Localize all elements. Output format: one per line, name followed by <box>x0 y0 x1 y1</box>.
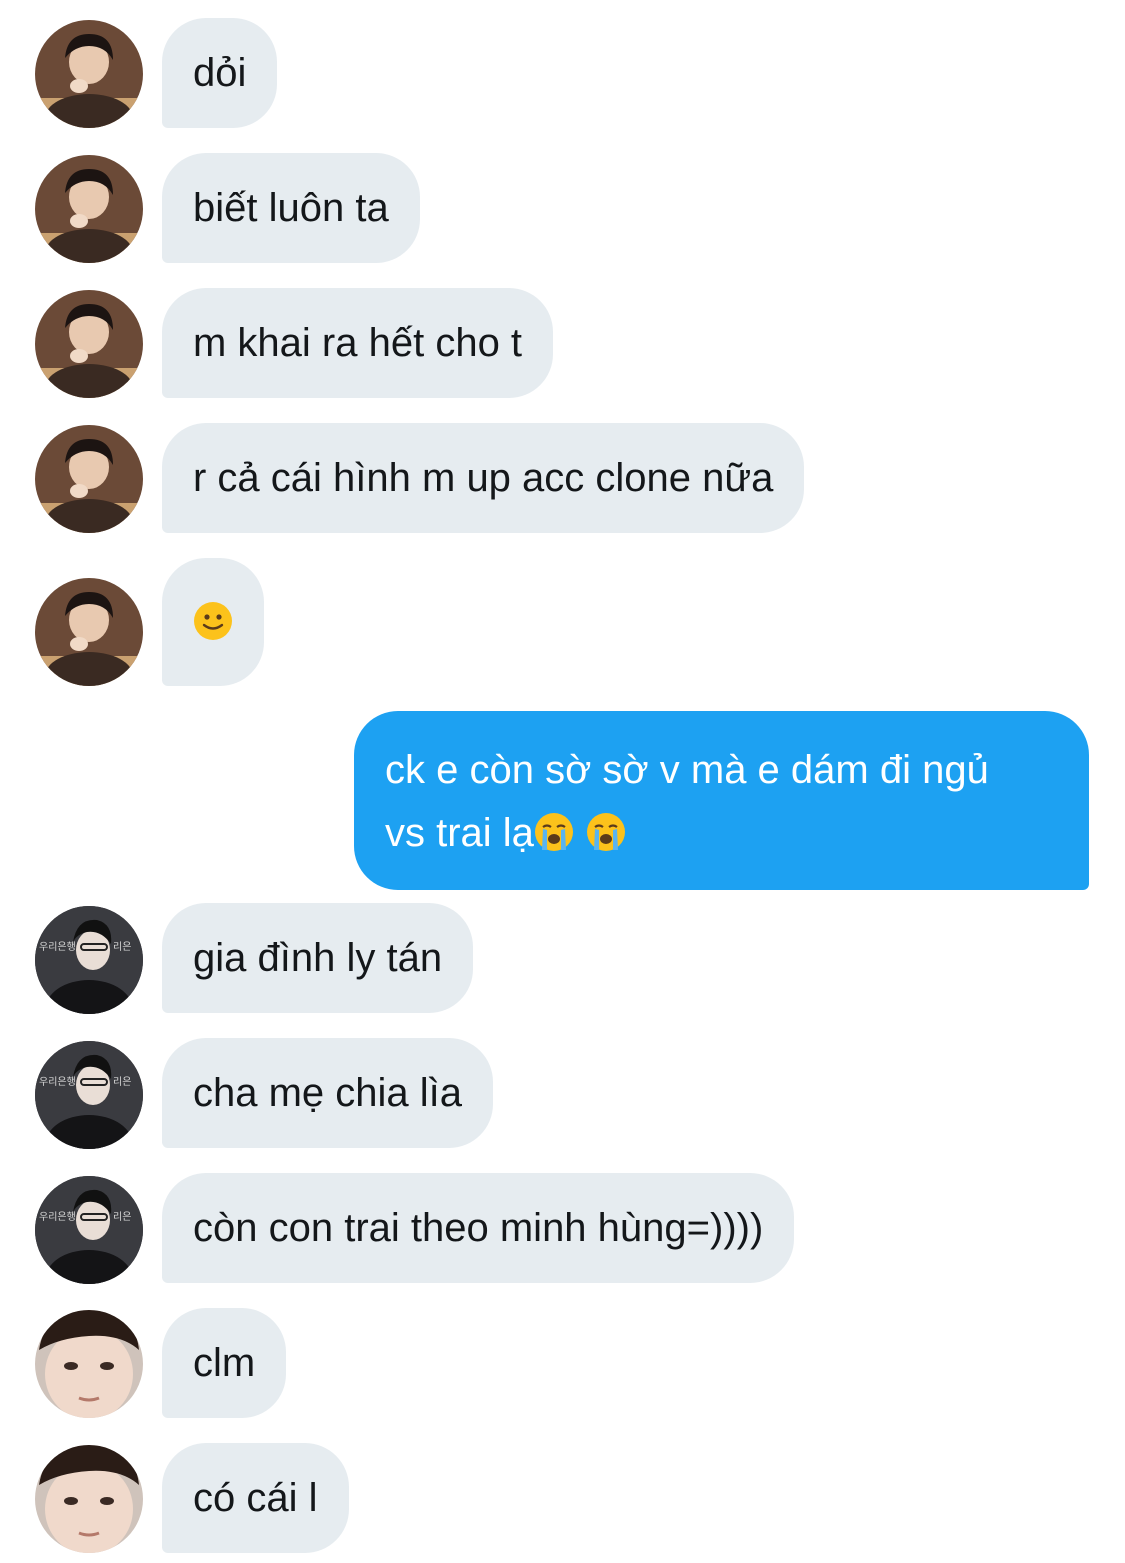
avatar-a-image <box>35 578 143 686</box>
message-text: biết luôn ta <box>193 186 389 230</box>
message-text-line-2: vs trai lạ <box>385 811 534 855</box>
avatar-a-image <box>35 290 143 398</box>
avatar-a-image <box>35 425 143 533</box>
message-bubble[interactable] <box>162 558 264 686</box>
message-text: dỏi <box>193 51 247 95</box>
message-text: gia đình ly tán <box>193 936 443 980</box>
message-bubble[interactable]: cha mẹ chia lìa <box>162 1038 494 1148</box>
message-text: có cái l <box>193 1476 318 1520</box>
slightly-smiling-face-icon <box>193 601 233 641</box>
contact-avatar[interactable] <box>35 1176 143 1284</box>
message-text-line-2-wrap: vs trai lạ <box>385 802 1058 865</box>
contact-avatar[interactable] <box>35 290 143 398</box>
contact-avatar[interactable] <box>35 1310 143 1418</box>
message-bubble[interactable]: gia đình ly tán <box>162 903 474 1013</box>
message-bubble[interactable]: clm <box>162 1308 287 1418</box>
avatar-b-image <box>35 906 143 1014</box>
message-bubble[interactable]: còn con trai theo minh hùng=)))) <box>162 1173 795 1283</box>
avatar-b-image <box>35 1041 143 1149</box>
loudly-crying-face-icon <box>586 812 626 852</box>
avatar-b-image <box>35 1176 143 1284</box>
message-text: clm <box>193 1341 256 1385</box>
contact-avatar[interactable] <box>35 906 143 1014</box>
message-text: còn con trai theo minh hùng=)))) <box>193 1206 764 1250</box>
contact-avatar[interactable] <box>35 1041 143 1149</box>
contact-avatar[interactable] <box>35 20 143 128</box>
message-bubble[interactable]: dỏi <box>162 18 278 128</box>
message-bubble[interactable]: có cái l <box>162 1443 349 1553</box>
message-text-line-1: ck e còn sờ sờ v mà e dám đi ngủ <box>385 748 989 792</box>
contact-avatar[interactable] <box>35 425 143 533</box>
avatar-c-image <box>35 1310 143 1418</box>
message-bubble[interactable]: r cả cái hình m up acc clone nữa <box>162 423 805 533</box>
contact-avatar[interactable] <box>35 578 143 686</box>
contact-avatar[interactable] <box>35 155 143 263</box>
message-bubble[interactable]: m khai ra hết cho t <box>162 288 554 398</box>
avatar-a-image <box>35 20 143 128</box>
sent-message-bubble[interactable]: ck e còn sờ sờ v mà e dám đi ngủ vs trai… <box>354 711 1089 890</box>
message-text: r cả cái hình m up acc clone nữa <box>193 456 774 500</box>
message-text: m khai ra hết cho t <box>193 321 523 365</box>
avatar-c-image <box>35 1445 143 1553</box>
contact-avatar[interactable] <box>35 1445 143 1553</box>
message-text: cha mẹ chia lìa <box>193 1071 463 1115</box>
avatar-a-image <box>35 155 143 263</box>
loudly-crying-face-icon <box>534 812 574 852</box>
message-bubble[interactable]: biết luôn ta <box>162 153 420 263</box>
